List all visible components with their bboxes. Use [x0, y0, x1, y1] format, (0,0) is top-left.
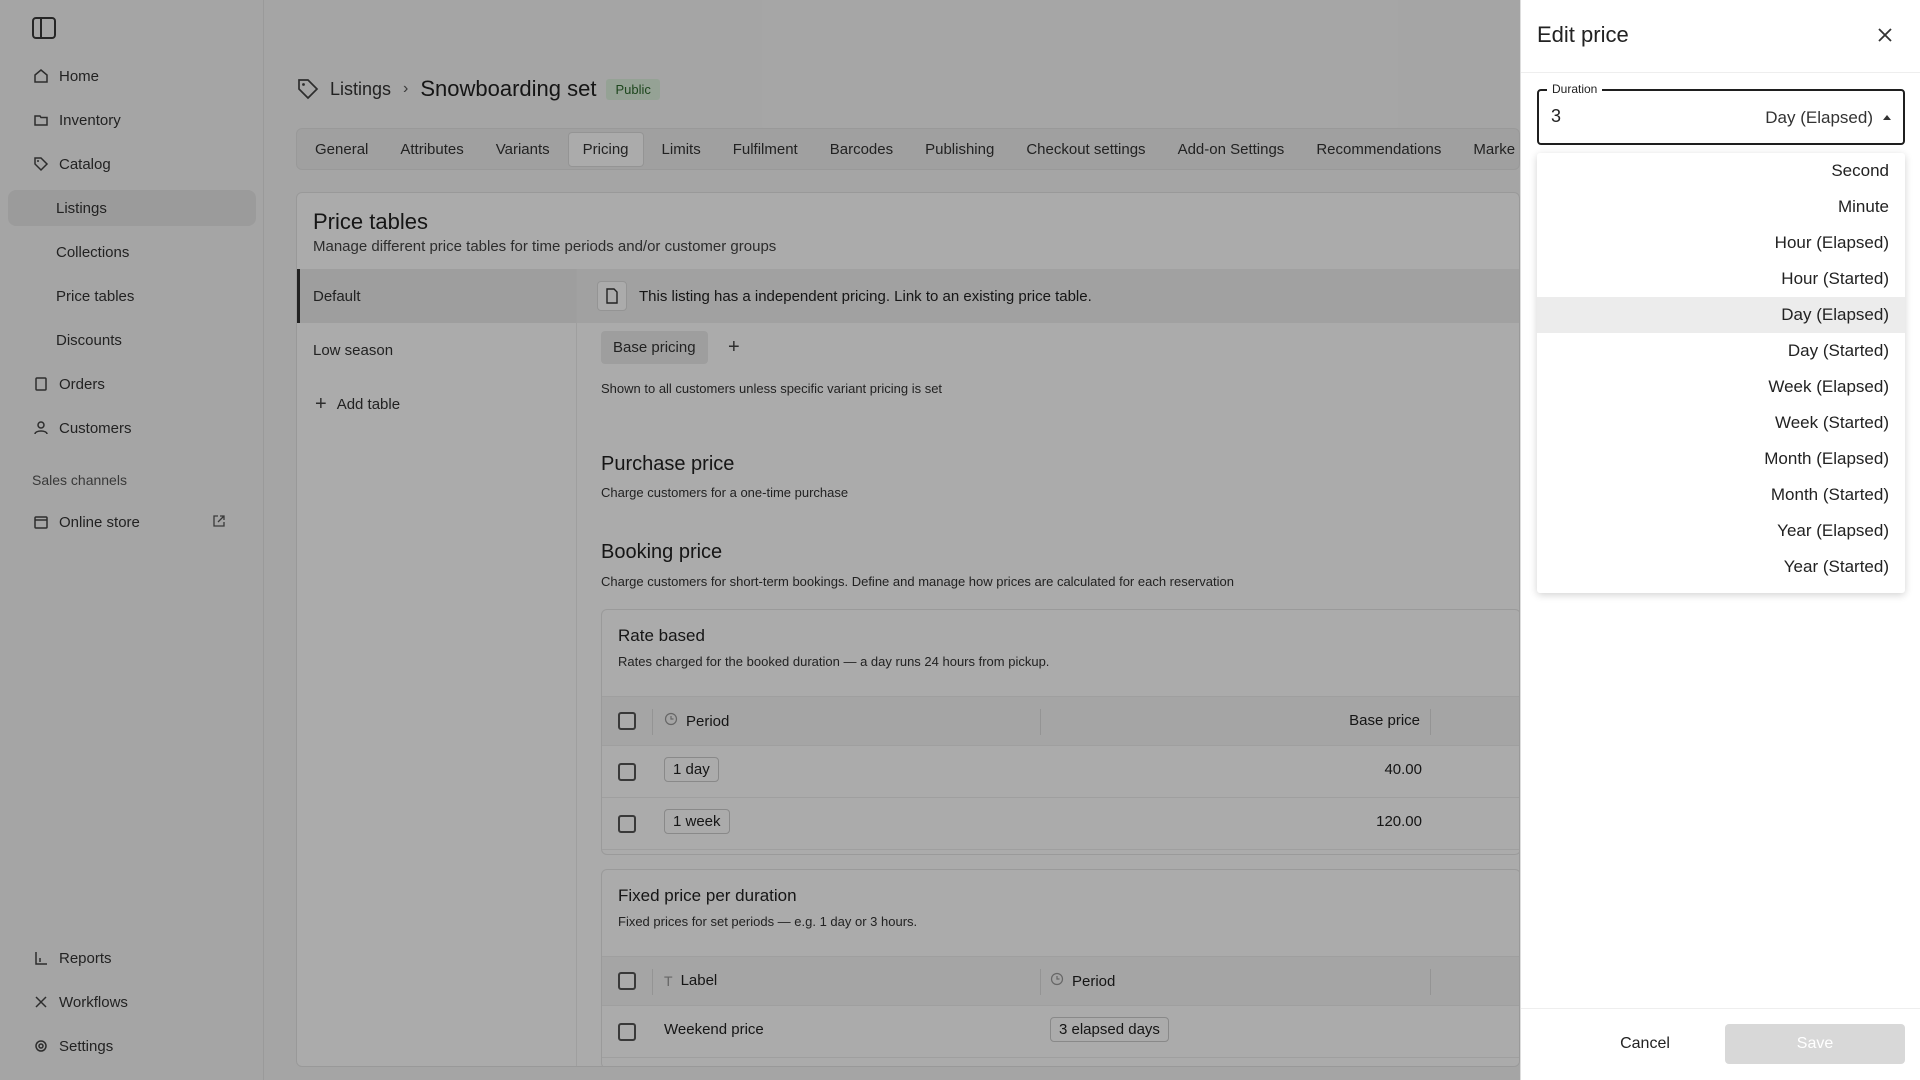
divider [1521, 72, 1920, 73]
duration-unit-dropdown: Second Minute Hour (Elapsed) Hour (Start… [1537, 153, 1905, 593]
duration-label: Duration [1547, 82, 1603, 96]
option-second[interactable]: Second [1537, 153, 1905, 189]
duration-input[interactable] [1551, 106, 1651, 127]
duration-field: Duration Day (Elapsed) [1537, 82, 1905, 145]
option-minute[interactable]: Minute [1537, 189, 1905, 225]
divider [1521, 1008, 1920, 1009]
option-hour-started[interactable]: Hour (Started) [1537, 261, 1905, 297]
option-year-elapsed[interactable]: Year (Elapsed) [1537, 513, 1905, 549]
chevron-up-icon[interactable] [1883, 115, 1891, 120]
option-week-elapsed[interactable]: Week (Elapsed) [1537, 369, 1905, 405]
close-icon[interactable] [1874, 24, 1896, 46]
duration-unit-select[interactable]: Day (Elapsed) [1765, 108, 1873, 128]
option-hour-elapsed[interactable]: Hour (Elapsed) [1537, 225, 1905, 261]
edit-price-drawer: Edit price Duration Day (Elapsed) Second… [1520, 0, 1920, 1080]
option-day-started[interactable]: Day (Started) [1537, 333, 1905, 369]
cancel-button[interactable]: Cancel [1585, 1024, 1705, 1064]
option-month-elapsed[interactable]: Month (Elapsed) [1537, 441, 1905, 477]
option-week-started[interactable]: Week (Started) [1537, 405, 1905, 441]
drawer-title: Edit price [1537, 22, 1629, 47]
save-button[interactable]: Save [1725, 1024, 1905, 1064]
option-year-started[interactable]: Year (Started) [1537, 549, 1905, 585]
option-month-started[interactable]: Month (Started) [1537, 477, 1905, 513]
option-day-elapsed[interactable]: Day (Elapsed) [1537, 297, 1905, 333]
modal-backdrop[interactable] [0, 0, 1520, 1080]
